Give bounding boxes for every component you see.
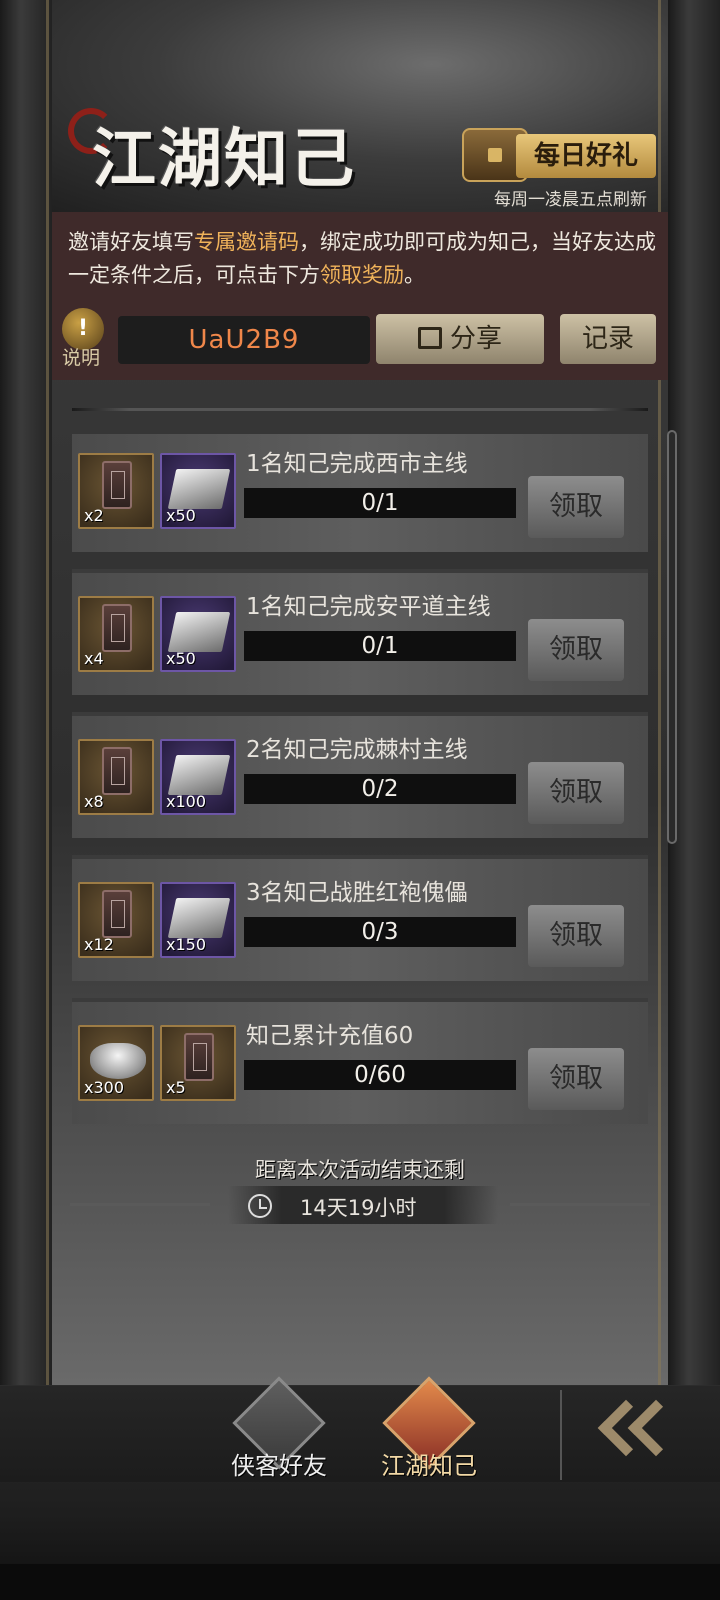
invite-desc-text: 邀请好友填写 xyxy=(68,230,194,254)
task-name: 1名知己完成安平道主线 xyxy=(246,594,491,620)
claim-button[interactable]: 领取 xyxy=(528,619,624,681)
progress-text: 0/1 xyxy=(361,633,399,659)
task-card: x2 x50 1名知己完成西市主线 0/1 领取 xyxy=(72,434,648,552)
task-card: x8 x100 2名知己完成棘村主线 0/2 领取 xyxy=(72,712,648,838)
task-card: x300 x5 知己累计充值60 0/60 领取 xyxy=(72,998,648,1124)
progress-bar: 0/2 xyxy=(244,774,516,804)
claim-button[interactable]: 领取 xyxy=(528,762,624,824)
reward-qty: x2 xyxy=(84,506,104,525)
silver-ingot-icon xyxy=(90,1043,146,1079)
task-card: x4 x50 1名知己完成安平道主线 0/1 领取 xyxy=(72,569,648,695)
silver-bar-icon xyxy=(167,755,231,795)
progress-bar: 0/3 xyxy=(244,917,516,947)
silver-bar-icon xyxy=(167,469,231,509)
progress-text: 0/60 xyxy=(354,1062,406,1088)
claim-reward-highlight: 领取奖励 xyxy=(320,263,404,287)
claim-button[interactable]: 领取 xyxy=(528,905,624,967)
reward-slot[interactable]: x5 xyxy=(160,1025,236,1101)
invite-code-field: UaU2B9 xyxy=(118,316,370,364)
reward-slot[interactable]: x150 xyxy=(160,882,236,958)
back-arrow-icon[interactable] xyxy=(592,1399,685,1470)
progress-bar: 0/60 xyxy=(244,1060,516,1090)
claim-button[interactable]: 领取 xyxy=(528,476,624,538)
clock-icon xyxy=(248,1194,272,1218)
reward-slot[interactable]: x8 xyxy=(78,739,154,815)
tab-jianghu-label: 江湖知己 xyxy=(381,1452,477,1480)
task-list[interactable]: x2 x50 1名知己完成西市主线 0/1 领取 x4 x50 1名知己完成安平… xyxy=(72,434,648,1124)
claim-button[interactable]: 领取 xyxy=(528,1048,624,1110)
reward-qty: x8 xyxy=(84,792,104,811)
reward-slot[interactable]: x2 xyxy=(78,453,154,529)
reward-slot[interactable]: x4 xyxy=(78,596,154,672)
reward-qty: x4 xyxy=(84,649,104,668)
invite-code-highlight: 专属邀请码 xyxy=(194,230,299,254)
share-button[interactable]: 分享 xyxy=(376,314,544,364)
progress-text: 0/2 xyxy=(361,776,399,802)
nav-divider xyxy=(560,1390,562,1480)
daily-gift-label: 每日好礼 xyxy=(516,134,656,178)
progress-text: 0/1 xyxy=(361,490,399,516)
reward-qty: x5 xyxy=(166,1078,186,1097)
tab-friends[interactable]: 侠客好友 xyxy=(214,1376,344,1486)
page-title: 江湖知己 xyxy=(92,122,356,197)
system-bar xyxy=(0,1564,720,1600)
countdown-label: 距离本次活动结束还剩 xyxy=(255,1158,465,1182)
section-divider xyxy=(72,408,648,411)
countdown-divider-left xyxy=(70,1203,210,1206)
reward-slot[interactable]: x100 xyxy=(160,739,236,815)
tab-friends-label: 侠客好友 xyxy=(231,1452,327,1480)
help-label[interactable]: 说明 xyxy=(62,343,100,370)
daily-gift-button[interactable]: 每日好礼 xyxy=(462,128,660,182)
task-name: 2名知己完成棘村主线 xyxy=(246,737,468,763)
share-label: 分享 xyxy=(449,324,502,354)
tab-jianghu[interactable]: 江湖知己 xyxy=(364,1376,494,1486)
progress-bar: 0/1 xyxy=(244,631,516,661)
token-icon xyxy=(102,461,132,509)
refresh-note: 每周一凌晨五点刷新 xyxy=(494,190,647,210)
task-card: x12 x150 3名知己战胜红袍傀儡 0/3 领取 xyxy=(72,855,648,981)
invite-desc-text: 。 xyxy=(404,263,425,287)
reward-slot[interactable]: x50 xyxy=(160,453,236,529)
reward-qty: x50 xyxy=(166,649,196,668)
reward-qty: x50 xyxy=(166,506,196,525)
token-icon xyxy=(102,604,132,652)
task-name: 1名知己完成西市主线 xyxy=(246,451,468,477)
token-icon xyxy=(102,890,132,938)
reward-slot[interactable]: x50 xyxy=(160,596,236,672)
silver-bar-icon xyxy=(167,898,231,938)
reward-qty: x100 xyxy=(166,792,207,811)
progress-bar: 0/1 xyxy=(244,488,516,518)
token-icon xyxy=(102,747,132,795)
reward-slot[interactable]: x12 xyxy=(78,882,154,958)
reward-qty: x300 xyxy=(84,1078,125,1097)
reward-qty: x150 xyxy=(166,935,207,954)
reward-slot[interactable]: x300 xyxy=(78,1025,154,1101)
progress-text: 0/3 xyxy=(361,919,399,945)
share-icon xyxy=(417,326,442,349)
countdown-divider-right xyxy=(510,1203,650,1206)
silver-bar-icon xyxy=(167,612,231,652)
record-button[interactable]: 记录 xyxy=(560,314,656,364)
task-name: 知己累计充值60 xyxy=(246,1023,414,1049)
token-icon xyxy=(184,1033,214,1081)
task-name: 3名知己战胜红袍傀儡 xyxy=(246,880,468,906)
invite-description: 邀请好友填写专属邀请码，绑定成功即可成为知己，当好友达成一定条件之后，可点击下方… xyxy=(68,226,664,292)
countdown-value: 14天19小时 xyxy=(300,1196,417,1220)
scrollbar[interactable] xyxy=(667,430,677,844)
reward-qty: x12 xyxy=(84,935,114,954)
